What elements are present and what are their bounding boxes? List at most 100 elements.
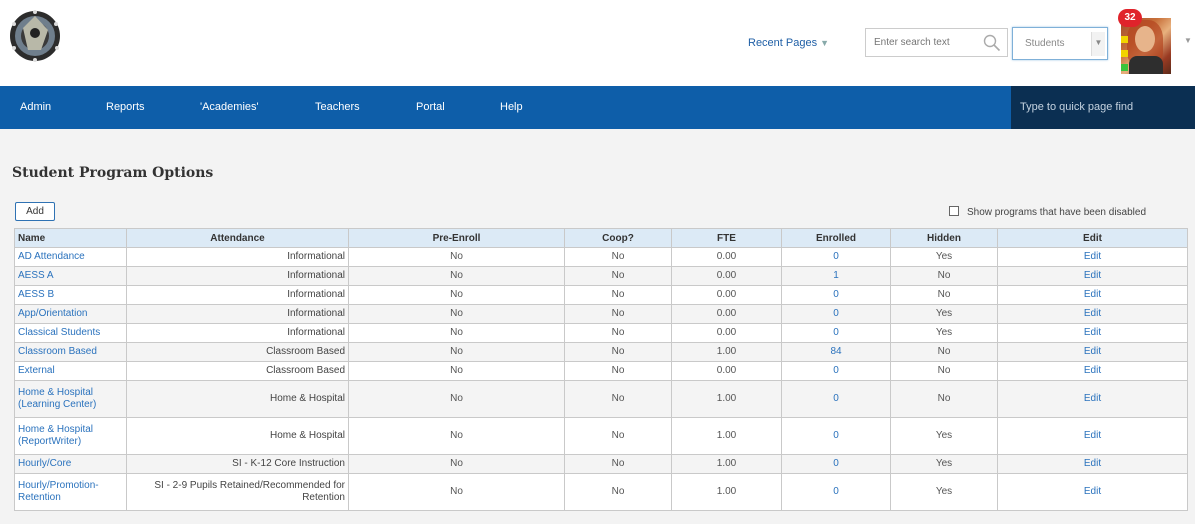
- enrolled-link[interactable]: 0: [781, 473, 891, 511]
- fte-cell: 1.00: [671, 380, 782, 418]
- search-box[interactable]: [865, 28, 1008, 57]
- coop-cell: No: [564, 323, 672, 343]
- nav-item-admin[interactable]: Admin: [20, 101, 51, 113]
- program-name-link[interactable]: Classical Students: [14, 323, 127, 343]
- coop-cell: No: [564, 473, 672, 511]
- notification-badge[interactable]: 32: [1118, 9, 1142, 27]
- table-row: Classical Students Informational No No 0…: [14, 323, 1188, 343]
- column-header-pre-enroll[interactable]: Pre-Enroll: [348, 228, 565, 248]
- attendance-cell: Home & Hospital: [126, 380, 349, 418]
- pre-enroll-cell: No: [348, 454, 565, 474]
- fte-cell: 0.00: [671, 323, 782, 343]
- edit-link[interactable]: Edit: [997, 473, 1188, 511]
- edit-link[interactable]: Edit: [997, 417, 1188, 455]
- edit-link[interactable]: Edit: [997, 380, 1188, 418]
- program-name-link[interactable]: AESS B: [14, 285, 127, 305]
- pre-enroll-cell: No: [348, 247, 565, 267]
- edit-link[interactable]: Edit: [997, 304, 1188, 324]
- quick-page-find[interactable]: Type to quick page find: [1011, 86, 1195, 129]
- enrolled-link[interactable]: 0: [781, 417, 891, 455]
- header-bar: Recent Pages▼ Students ▼ 32 ▼: [0, 0, 1195, 86]
- column-header-hidden[interactable]: Hidden: [890, 228, 998, 248]
- pre-enroll-cell: No: [348, 361, 565, 381]
- program-name-link[interactable]: Home & Hospital (ReportWriter): [14, 417, 127, 455]
- program-name-link[interactable]: AD Attendance: [14, 247, 127, 267]
- nav-item-teachers[interactable]: Teachers: [315, 101, 360, 113]
- add-button[interactable]: Add: [15, 202, 55, 221]
- pre-enroll-cell: No: [348, 285, 565, 305]
- pre-enroll-cell: No: [348, 380, 565, 418]
- column-header-enrolled[interactable]: Enrolled: [781, 228, 891, 248]
- enrolled-link[interactable]: 0: [781, 323, 891, 343]
- nav-item-portal[interactable]: Portal: [416, 101, 445, 113]
- quick-page-find-placeholder: Type to quick page find: [1020, 101, 1134, 113]
- program-name-link[interactable]: Home & Hospital (Learning Center): [14, 380, 127, 418]
- pre-enroll-cell: No: [348, 304, 565, 324]
- table-row: AESS A Informational No No 0.00 1 No Edi…: [14, 266, 1188, 286]
- search-icon[interactable]: [983, 34, 1001, 52]
- enrolled-link[interactable]: 84: [781, 342, 891, 362]
- program-name-link[interactable]: App/Orientation: [14, 304, 127, 324]
- chevron-down-icon[interactable]: ▼: [1091, 32, 1105, 56]
- coop-cell: No: [564, 266, 672, 286]
- hidden-cell: Yes: [890, 247, 998, 267]
- program-name-link[interactable]: Hourly/Promotion-Retention: [14, 473, 127, 511]
- school-logo[interactable]: [8, 6, 62, 66]
- column-header-edit[interactable]: Edit: [997, 228, 1188, 248]
- pre-enroll-cell: No: [348, 342, 565, 362]
- program-name-link[interactable]: Hourly/Core: [14, 454, 127, 474]
- column-header-attendance[interactable]: Attendance: [126, 228, 349, 248]
- nav-item-reports[interactable]: Reports: [106, 101, 145, 113]
- coop-cell: No: [564, 380, 672, 418]
- table-row: AD Attendance Informational No No 0.00 0…: [14, 247, 1188, 267]
- column-header-name[interactable]: Name: [14, 228, 127, 248]
- edit-link[interactable]: Edit: [997, 454, 1188, 474]
- attendance-cell: Classroom Based: [126, 361, 349, 381]
- column-header-coop[interactable]: Coop?: [564, 228, 672, 248]
- search-input[interactable]: [866, 29, 976, 56]
- attendance-cell: Informational: [126, 285, 349, 305]
- enrolled-link[interactable]: 0: [781, 247, 891, 267]
- program-name-link[interactable]: AESS A: [14, 266, 127, 286]
- table-row: Hourly/Core SI - K-12 Core Instruction N…: [14, 454, 1188, 474]
- hidden-cell: No: [890, 266, 998, 286]
- nav-item-academies[interactable]: 'Academies': [200, 101, 259, 113]
- edit-link[interactable]: Edit: [997, 247, 1188, 267]
- program-name-link[interactable]: Classroom Based: [14, 342, 127, 362]
- show-disabled-checkbox[interactable]: [949, 206, 959, 216]
- coop-cell: No: [564, 342, 672, 362]
- search-scope-select[interactable]: Students ▼: [1012, 27, 1108, 60]
- hidden-cell: Yes: [890, 323, 998, 343]
- hidden-cell: No: [890, 342, 998, 362]
- column-header-fte[interactable]: FTE: [671, 228, 782, 248]
- edit-link[interactable]: Edit: [997, 361, 1188, 381]
- hidden-cell: Yes: [890, 454, 998, 474]
- attendance-cell: Informational: [126, 304, 349, 324]
- table-row: App/Orientation Informational No No 0.00…: [14, 304, 1188, 324]
- enrolled-link[interactable]: 0: [781, 454, 891, 474]
- coop-cell: No: [564, 304, 672, 324]
- attendance-cell: SI - K-12 Core Instruction: [126, 454, 349, 474]
- status-dot-icon: [1121, 64, 1128, 71]
- edit-link[interactable]: Edit: [997, 266, 1188, 286]
- enrolled-link[interactable]: 0: [781, 304, 891, 324]
- enrolled-link[interactable]: 0: [781, 380, 891, 418]
- show-disabled-toggle[interactable]: Show programs that have been disabled: [949, 206, 1146, 218]
- recent-pages-menu[interactable]: Recent Pages ▼: [748, 37, 829, 49]
- enrolled-link[interactable]: 0: [781, 361, 891, 381]
- chevron-down-icon[interactable]: ▼: [1184, 36, 1192, 45]
- table-row: Hourly/Promotion-Retention SI - 2-9 Pupi…: [14, 473, 1188, 511]
- enrolled-link[interactable]: 0: [781, 285, 891, 305]
- table-row: AESS B Informational No No 0.00 0 No Edi…: [14, 285, 1188, 305]
- attendance-cell: Informational: [126, 247, 349, 267]
- coop-cell: No: [564, 247, 672, 267]
- edit-link[interactable]: Edit: [997, 323, 1188, 343]
- status-dot-icon: [1121, 50, 1128, 57]
- edit-link[interactable]: Edit: [997, 285, 1188, 305]
- nav-item-help[interactable]: Help: [500, 101, 523, 113]
- program-name-link[interactable]: External: [14, 361, 127, 381]
- hidden-cell: Yes: [890, 417, 998, 455]
- edit-link[interactable]: Edit: [997, 342, 1188, 362]
- table-row: Classroom Based Classroom Based No No 1.…: [14, 342, 1188, 362]
- enrolled-link[interactable]: 1: [781, 266, 891, 286]
